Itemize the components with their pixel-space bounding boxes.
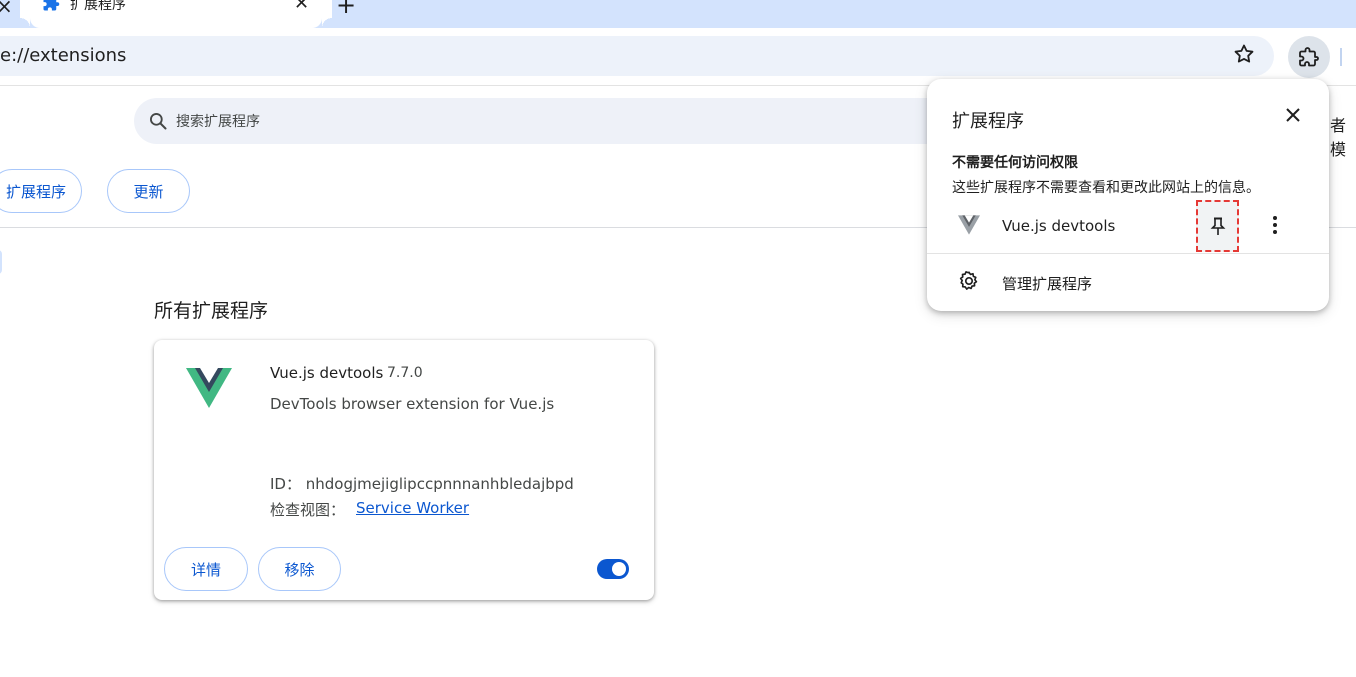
sidebar-edge: [0, 250, 2, 274]
details-label: 详情: [190, 560, 221, 579]
tab-title: 扩展程序: [70, 0, 126, 13]
section-title: 所有扩展程序: [154, 300, 269, 322]
bookmark-star-icon[interactable]: [1232, 42, 1256, 66]
remove-button[interactable]: 移除: [258, 547, 341, 591]
tab-strip: × 扩展程序 ✕ + –: [0, 0, 1356, 28]
browser-window: × 扩展程序 ✕ + – e://extensions 搜索扩展程序: [0, 0, 1356, 677]
developer-mode-label: 者模: [1330, 116, 1347, 159]
tab-extensions[interactable]: 扩展程序 ✕: [20, 0, 332, 28]
vue-logo-icon: [958, 215, 980, 235]
url-text: e://extensions: [0, 45, 127, 66]
remove-label: 移除: [284, 560, 315, 579]
load-unpacked-button[interactable]: 扩展程序: [0, 169, 82, 213]
update-button[interactable]: 更新: [107, 169, 190, 213]
address-bar[interactable]: e://extensions: [0, 36, 1274, 76]
details-button[interactable]: 详情: [164, 547, 248, 591]
extension-description: DevTools browser extension for Vue.js: [270, 395, 555, 413]
pin-button[interactable]: [1196, 200, 1239, 252]
puzzle-icon: [1299, 47, 1319, 67]
extension-card: Vue.js devtools 7.7.0 DevTools browser e…: [154, 340, 654, 600]
more-vert-icon[interactable]: [1265, 213, 1285, 237]
popup-section-description: 这些扩展程序不需要查看和更改此网站上的信息。: [952, 180, 1260, 196]
close-icon[interactable]: [1283, 105, 1303, 125]
extensions-menu-popup: 扩展程序 不需要任何访问权限 这些扩展程序不需要查看和更改此网站上的信息。 Vu…: [927, 79, 1329, 311]
gear-icon: [959, 271, 978, 290]
manage-extensions-link[interactable]: 管理扩展程序: [1002, 273, 1092, 294]
inspect-views-label: 检查视图：: [270, 501, 346, 519]
vue-logo-icon: [186, 368, 232, 408]
search-icon: [150, 113, 167, 130]
new-tab-icon[interactable]: +: [336, 0, 356, 19]
enable-toggle[interactable]: [597, 559, 629, 579]
popup-extension-name[interactable]: Vue.js devtools: [1002, 217, 1115, 235]
pin-icon: [1210, 217, 1226, 235]
popup-title: 扩展程序: [952, 111, 1024, 132]
extension-id: ID： nhdogjmejiglipccpnnnanhbledajbpd: [270, 475, 574, 493]
extension-version: 7.7.0: [387, 365, 423, 381]
search-input[interactable]: 搜索扩展程序: [134, 98, 1034, 144]
load-unpacked-label: 扩展程序: [5, 182, 66, 201]
extension-name: Vue.js devtools: [270, 364, 384, 382]
service-worker-link[interactable]: Service Worker: [356, 499, 469, 517]
toolbar: e://extensions: [0, 28, 1356, 86]
popup-divider: [927, 253, 1329, 254]
tab-close-icon[interactable]: ✕: [294, 0, 309, 14]
extensions-button[interactable]: [1288, 36, 1330, 78]
update-label: 更新: [133, 182, 164, 201]
close-icon[interactable]: ×: [0, 0, 13, 18]
minimize-icon[interactable]: –: [1298, 0, 1307, 7]
search-placeholder: 搜索扩展程序: [176, 114, 260, 130]
popup-section-heading: 不需要任何访问权限: [952, 155, 1078, 171]
toolbar-divider: [1340, 48, 1342, 66]
puzzle-icon: [43, 0, 60, 11]
